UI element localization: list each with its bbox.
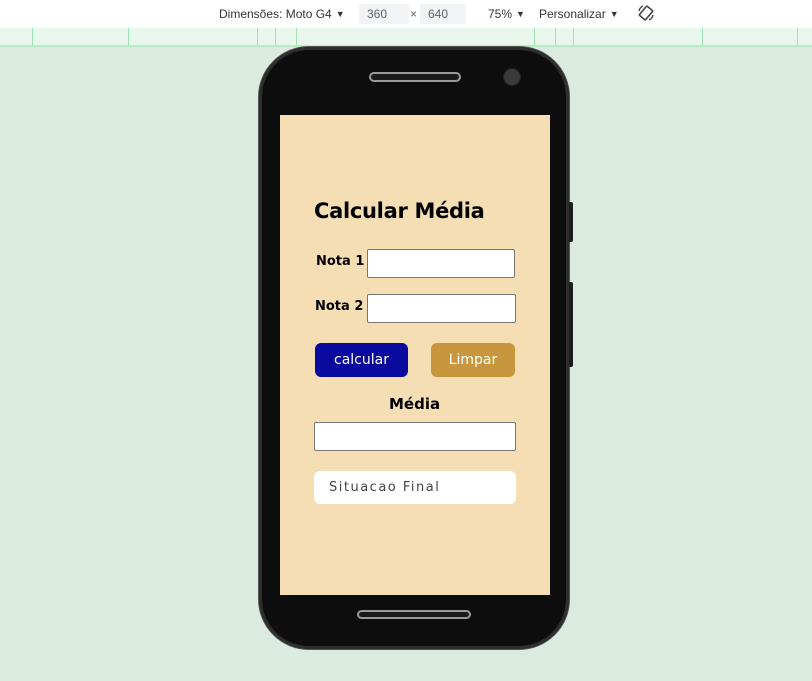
- device-selector[interactable]: Dimensões: Moto G4 ▼: [219, 7, 345, 21]
- page-title: Calcular Média: [314, 199, 485, 223]
- rotate-icon[interactable]: [637, 4, 655, 22]
- app-screen: Calcular Média Nota 1 Nota 2 calcular Li…: [280, 115, 550, 595]
- calcular-button[interactable]: calcular: [315, 343, 408, 377]
- throttle-label: Personalizar: [539, 7, 606, 21]
- viewport-height-input[interactable]: [420, 4, 466, 24]
- dimension-separator: ×: [410, 7, 418, 21]
- nota2-input[interactable]: [367, 294, 516, 323]
- nota2-label: Nota 2: [315, 299, 364, 314]
- zoom-selector[interactable]: 75% ▼: [488, 7, 525, 21]
- ruler-tick: [555, 28, 556, 45]
- ruler-tick: [32, 28, 33, 45]
- zoom-label: 75%: [488, 7, 513, 21]
- device-selector-label: Dimensões: Moto G4: [219, 7, 332, 21]
- ruler-tick: [128, 28, 129, 45]
- nota1-input[interactable]: [367, 249, 515, 278]
- media-output[interactable]: [314, 422, 516, 451]
- media-query-bar[interactable]: [0, 28, 812, 47]
- speaker-grill: [369, 72, 461, 82]
- media-label: Média: [389, 395, 441, 413]
- ruler-tick: [275, 28, 276, 45]
- ruler-tick: [296, 28, 297, 45]
- viewport-width-input[interactable]: [359, 4, 409, 24]
- situacao-final-display: Situacao Final: [314, 471, 516, 504]
- limpar-button[interactable]: Limpar: [431, 343, 515, 377]
- ruler-tick: [257, 28, 258, 45]
- ruler-tick: [797, 28, 798, 45]
- side-button: [569, 202, 573, 242]
- ruler-tick: [573, 28, 574, 45]
- device-toolbar: Dimensões: Moto G4▼ × 75%▼ Personalizar▼: [0, 0, 812, 28]
- throttle-selector[interactable]: Personalizar ▼: [539, 7, 619, 21]
- camera-icon: [504, 69, 520, 85]
- home-bar: [357, 610, 471, 619]
- caret-down-icon: ▼: [516, 9, 525, 19]
- caret-down-icon: ▼: [609, 9, 619, 19]
- caret-down-icon: ▼: [335, 9, 345, 19]
- nota1-label: Nota 1: [316, 254, 365, 269]
- side-button: [569, 282, 573, 367]
- ruler-tick: [702, 28, 703, 45]
- ruler-tick: [534, 28, 535, 45]
